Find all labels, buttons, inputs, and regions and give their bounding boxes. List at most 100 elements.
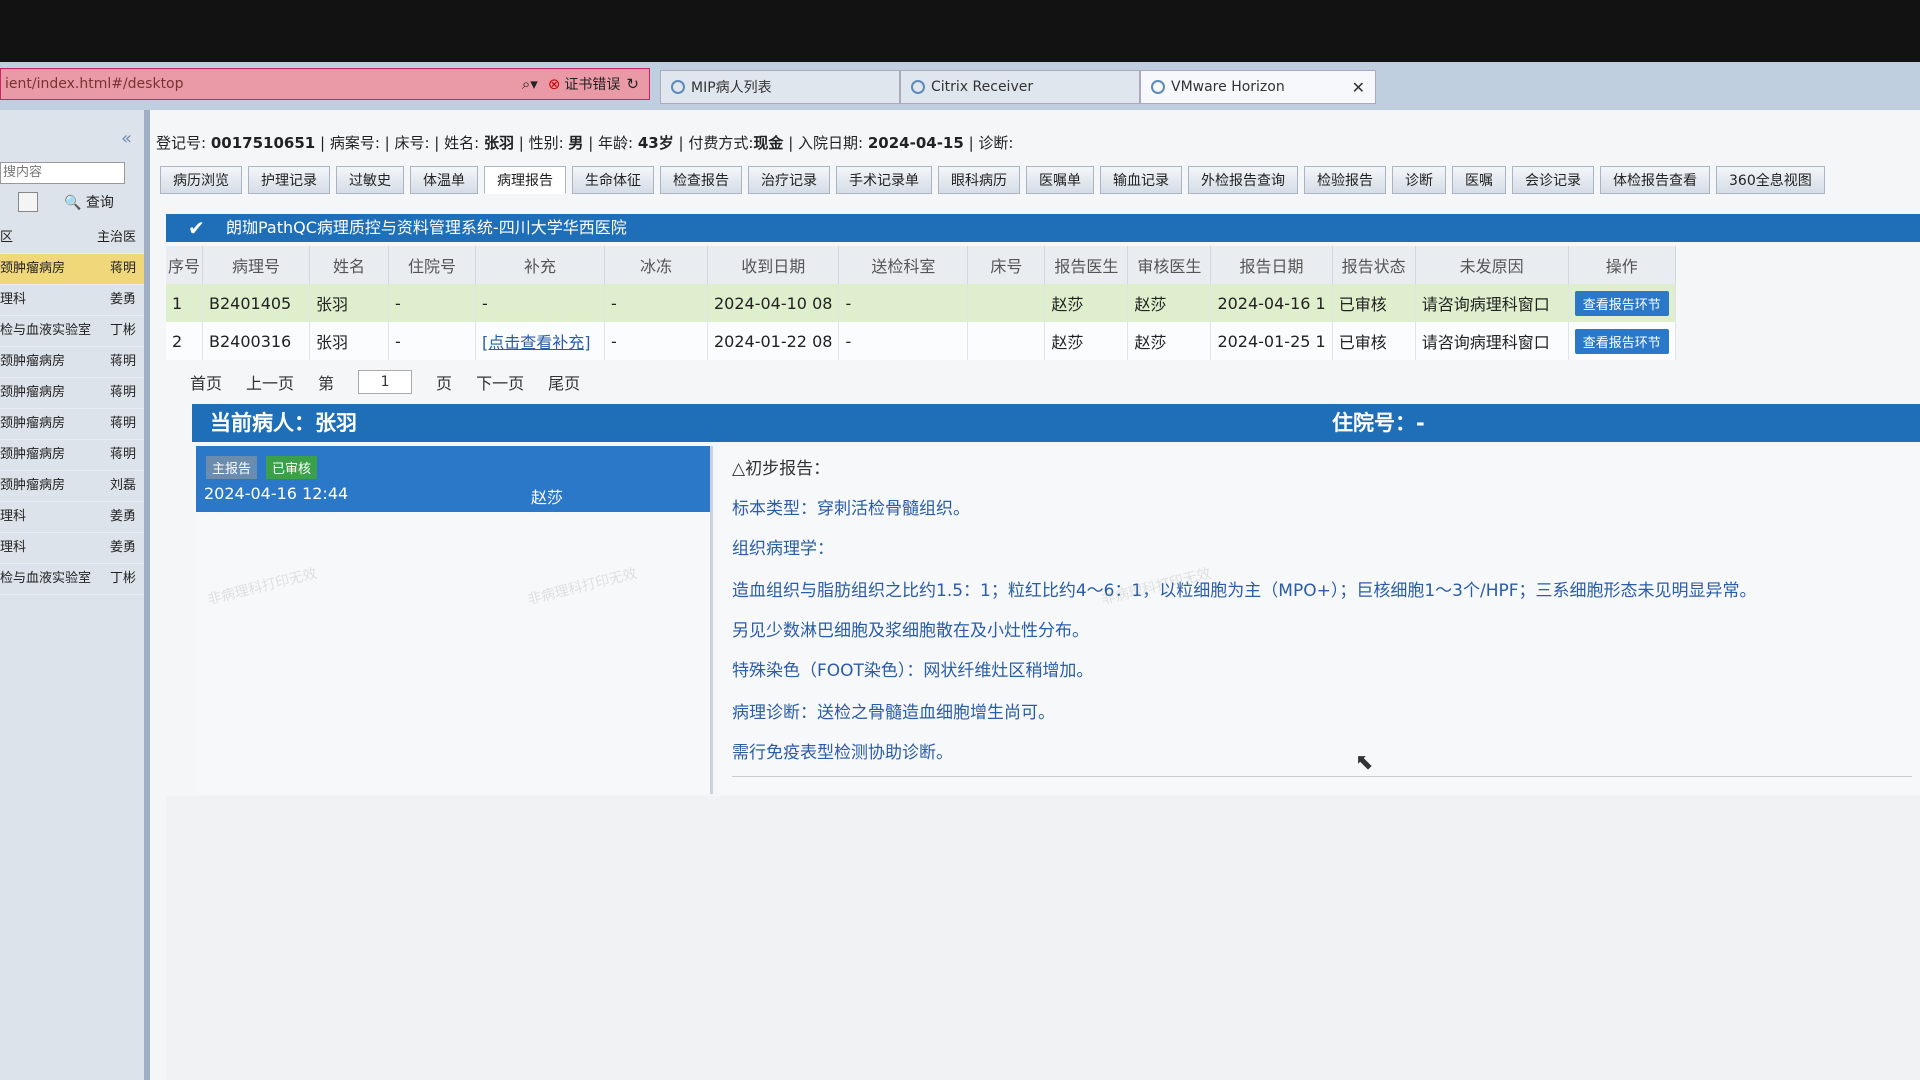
watermark: 非病理科打印无效 [205, 565, 319, 609]
tab-pathology[interactable]: 病理报告 [484, 166, 566, 194]
report-list: 主报告 已审核 2024-04-16 12:44 赵莎 非病理科打印无效 非病理… [196, 446, 713, 794]
cell-report-date: 2024-01-25 1 [1210, 322, 1333, 360]
tab-vitals[interactable]: 生命体征 [572, 166, 654, 194]
search-icon[interactable]: ⌕▾ [522, 75, 538, 93]
query-button[interactable]: 🔍 查询 [64, 192, 114, 212]
table-row[interactable]: 2 B2400316 张羽 - [点击查看补充] - 2024-01-22 08… [166, 322, 1676, 360]
tab-transfusion[interactable]: 输血记录 [1100, 166, 1182, 194]
tab-label: Citrix Receiver [931, 79, 1034, 95]
calendar-icon[interactable] [18, 192, 38, 212]
address-bar[interactable]: ient/index.html#/desktop ⌕▾ ⊗ 证书错误 ↻ [0, 68, 650, 100]
last-page-link[interactable]: 尾页 [548, 370, 580, 394]
list-item[interactable]: 理科 姜勇 [0, 285, 144, 316]
col-action: 操作 [1568, 246, 1676, 284]
col-report-date: 报告日期 [1210, 246, 1333, 284]
page-number-input[interactable]: 1 [358, 370, 413, 394]
cell-inpatient: - [388, 284, 476, 322]
col-received: 收到日期 [707, 246, 840, 284]
list-item[interactable]: 理科 姜勇 [0, 502, 144, 533]
item-doctor: 丁彬 [109, 323, 136, 338]
list-item[interactable]: 颈肿瘤病房 蒋明 [0, 409, 144, 440]
system-title-bar: ✔ 朗珈PathQC病理质控与资料管理系统-四川大学华西医院 [166, 214, 1920, 242]
item-dept: 颈肿瘤病房 [0, 478, 66, 493]
refresh-icon[interactable]: ↻ [626, 75, 639, 93]
cell-report-status: 已审核 [1332, 322, 1416, 360]
sex-label: 性别: [528, 134, 564, 152]
item-dept: 颈肿瘤病房 [0, 416, 66, 431]
tab-360-view[interactable]: 360全息视图 [1716, 166, 1825, 194]
tab-orders[interactable]: 医嘱 [1452, 166, 1506, 194]
admit-date: 2024-04-15 [867, 134, 964, 152]
tab-treatment[interactable]: 治疗记录 [748, 166, 830, 194]
cell-supplement: - [475, 284, 605, 322]
cell-index: 1 [166, 284, 203, 322]
pagination: 首页 上一页 第 1 页 下一页 尾页 [190, 370, 580, 394]
cell-dept: - [838, 284, 969, 322]
name-label: 姓名: [444, 134, 480, 152]
first-page-link[interactable]: 首页 [190, 370, 222, 394]
cell-reason: 请咨询病理科窗口 [1415, 322, 1569, 360]
next-page-link[interactable]: 下一页 [476, 370, 524, 394]
cell-action: 查看报告环节 [1568, 322, 1676, 360]
tab-allergy[interactable]: 过敏史 [336, 166, 404, 194]
item-dept: 检与血液实验室 [0, 571, 92, 586]
view-supplement-link[interactable]: [点击查看补充] [482, 333, 591, 352]
close-icon[interactable]: ✕ [1352, 78, 1365, 97]
col-report-status: 报告状态 [1332, 246, 1416, 284]
list-item[interactable]: 颈肿瘤病房 刘磊 [0, 471, 144, 502]
col-supplement: 补充 [475, 246, 605, 284]
collapse-icon[interactable]: « [121, 128, 132, 149]
tab-external-report[interactable]: 外检报告查询 [1188, 166, 1298, 194]
cell-name: 张羽 [309, 322, 389, 360]
tab-exam-report[interactable]: 检查报告 [660, 166, 742, 194]
cell-report-date: 2024-04-16 1 [1210, 284, 1333, 322]
reg-number: 0017510651 [210, 134, 316, 152]
tab-record-browse[interactable]: 病历浏览 [160, 166, 242, 194]
list-item[interactable]: 检与血液实验室 丁彬 [0, 316, 144, 347]
browser-tab-vmware[interactable]: VMware Horizon ✕ [1140, 70, 1376, 104]
col-index: 序号 [166, 246, 203, 284]
tab-consult[interactable]: 会诊记录 [1512, 166, 1594, 194]
view-report-button[interactable]: 查看报告环节 [1574, 290, 1669, 316]
tab-label: VMware Horizon [1171, 79, 1285, 95]
list-item[interactable]: 颈肿瘤病房 蒋明 [0, 254, 144, 285]
tab-ophthalmology[interactable]: 眼科病历 [938, 166, 1020, 194]
cell-bed [967, 284, 1046, 322]
report-card[interactable]: 主报告 已审核 2024-04-16 12:44 赵莎 [196, 446, 710, 512]
list-item[interactable]: 颈肿瘤病房 蒋明 [0, 378, 144, 409]
item-dept: 颈肿瘤病房 [0, 261, 66, 276]
tab-lab-report[interactable]: 检验报告 [1304, 166, 1386, 194]
header-dept: 区 [0, 230, 14, 245]
item-dept: 检与血液实验室 [0, 323, 92, 338]
list-item[interactable]: 检与血液实验室 丁彬 [0, 564, 144, 595]
tab-order-sheet[interactable]: 医嘱单 [1026, 166, 1094, 194]
tab-surgery[interactable]: 手术记录单 [836, 166, 932, 194]
search-input[interactable]: 搜内容 [0, 162, 125, 184]
report-line-prelim: △初步报告： [732, 459, 831, 479]
inpatient-number-label: 住院号：- [1332, 411, 1425, 435]
list-item[interactable]: 理科 姜勇 [0, 533, 144, 564]
view-report-button[interactable]: 查看报告环节 [1574, 328, 1669, 354]
cell-report-doctor: 赵莎 [1044, 322, 1129, 360]
tab-diagnosis[interactable]: 诊断 [1392, 166, 1446, 194]
item-doctor: 刘磊 [109, 478, 136, 493]
tab-temperature[interactable]: 体温单 [410, 166, 478, 194]
table-row[interactable]: 1 B2401405 张羽 - - - 2024-04-10 08 - 赵莎 赵… [166, 284, 1676, 322]
page-suffix: 页 [436, 374, 453, 393]
url-text[interactable]: ient/index.html#/desktop [1, 76, 522, 92]
item-dept: 理科 [0, 509, 27, 524]
list-item[interactable]: 颈肿瘤病房 蒋明 [0, 440, 144, 471]
list-item[interactable]: 颈肿瘤病房 蒋明 [0, 347, 144, 378]
item-doctor: 蒋明 [109, 385, 136, 400]
tab-nursing[interactable]: 护理记录 [248, 166, 330, 194]
prev-page-link[interactable]: 上一页 [246, 370, 294, 394]
cert-error-label[interactable]: 证书错误 [564, 74, 620, 94]
browser-tab-mip[interactable]: MIP病人列表 [660, 70, 900, 104]
tab-physical-exam[interactable]: 体检报告查看 [1600, 166, 1710, 194]
pay-method: 现金 [753, 134, 784, 152]
browser-toolbar: ient/index.html#/desktop ⌕▾ ⊗ 证书错误 ↻ MIP… [0, 62, 1920, 110]
report-line-stain: 特殊染色（FOOT染色）：网状纤维灶区稍增加。 [732, 661, 1094, 681]
admit-label: 入院日期: [798, 134, 864, 152]
col-name: 姓名 [309, 246, 389, 284]
browser-tab-citrix[interactable]: Citrix Receiver [900, 70, 1140, 104]
